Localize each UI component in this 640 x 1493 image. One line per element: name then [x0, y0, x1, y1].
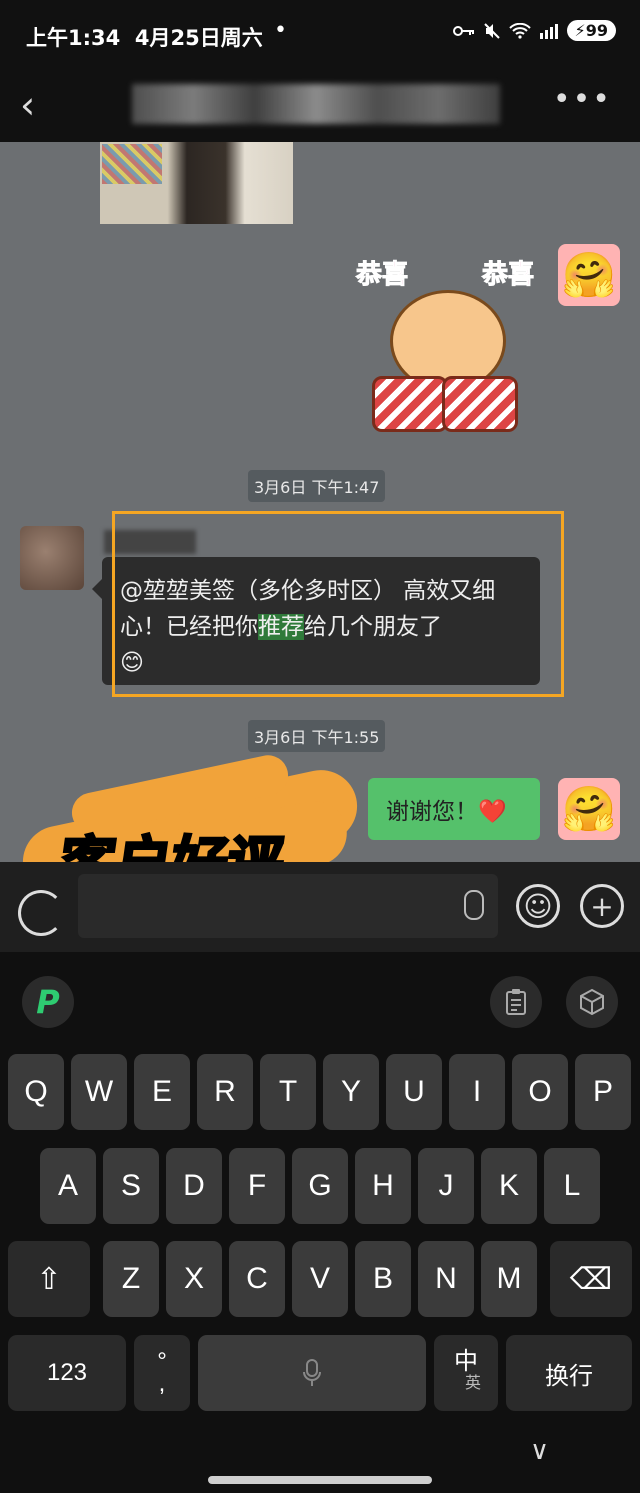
- message-input[interactable]: [78, 874, 498, 938]
- congrats-sticker[interactable]: 恭喜 恭喜: [350, 246, 540, 440]
- key-s[interactable]: S: [103, 1148, 159, 1224]
- drum-icon: [442, 376, 518, 432]
- keyboard-logo-icon[interactable]: P: [22, 976, 74, 1028]
- key-icon: [452, 25, 474, 36]
- highlight-frame: [112, 511, 564, 697]
- space-key[interactable]: [198, 1335, 426, 1411]
- message-timestamp: 3月6日 下午1:55: [248, 720, 386, 752]
- chat-area: 🤗 恭喜 恭喜 3月6日 下午1:47 @堃堃美签（多伦多时区） 高效又细心！已…: [0, 142, 640, 862]
- key-e[interactable]: E: [134, 1054, 190, 1130]
- signal-icon: [539, 23, 558, 39]
- shared-photo[interactable]: [100, 142, 293, 224]
- key-z[interactable]: Z: [103, 1241, 159, 1317]
- key-g[interactable]: G: [292, 1148, 348, 1224]
- status-time: 上午1:34 4月25日周六: [26, 26, 263, 50]
- message-timestamp: 3月6日 下午1:47: [248, 470, 386, 502]
- voice-toggle-icon[interactable]: [18, 890, 64, 936]
- key-u[interactable]: U: [386, 1054, 442, 1130]
- cube-icon[interactable]: [566, 976, 618, 1028]
- language-switch-key[interactable]: 中英: [434, 1335, 498, 1411]
- numbers-key[interactable]: 123: [8, 1335, 126, 1411]
- key-a[interactable]: A: [40, 1148, 96, 1224]
- chat-header: ‹ •••: [0, 72, 640, 142]
- key-c[interactable]: C: [229, 1241, 285, 1317]
- status-bar: 上午1:34 4月25日周六 • ⚡99: [0, 0, 640, 72]
- microphone-icon: [303, 1359, 321, 1386]
- key-y[interactable]: Y: [323, 1054, 379, 1130]
- key-b[interactable]: B: [355, 1241, 411, 1317]
- key-i[interactable]: I: [449, 1054, 505, 1130]
- contact-avatar[interactable]: [20, 526, 84, 590]
- backspace-key[interactable]: ⌫: [550, 1241, 632, 1317]
- key-m[interactable]: M: [481, 1241, 537, 1317]
- outgoing-message-bubble[interactable]: 谢谢您！❤️: [368, 778, 540, 840]
- key-v[interactable]: V: [292, 1241, 348, 1317]
- sticker-text-left: 恭喜: [355, 260, 409, 291]
- key-q[interactable]: Q: [8, 1054, 64, 1130]
- key-p[interactable]: P: [575, 1054, 631, 1130]
- punctuation-key[interactable]: °,: [134, 1335, 190, 1411]
- hug-emoji-icon: 🤗: [561, 250, 617, 301]
- key-l[interactable]: L: [544, 1148, 600, 1224]
- shift-icon: ⇧: [36, 1262, 62, 1296]
- status-dot: •: [274, 18, 287, 43]
- outgoing-message-text: 谢谢您！❤️: [386, 799, 507, 825]
- emoji-button[interactable]: ☺: [516, 884, 560, 928]
- drum-icon: [372, 376, 448, 432]
- key-t[interactable]: T: [260, 1054, 316, 1130]
- key-o[interactable]: O: [512, 1054, 568, 1130]
- sticker-text-right: 恭喜: [481, 260, 534, 291]
- key-k[interactable]: K: [481, 1148, 537, 1224]
- enter-key[interactable]: 换行: [506, 1335, 632, 1411]
- shift-key[interactable]: ⇧: [8, 1241, 90, 1317]
- emoji-icon: ☺: [523, 889, 553, 923]
- key-w[interactable]: W: [71, 1054, 127, 1130]
- key-j[interactable]: J: [418, 1148, 474, 1224]
- plus-icon: +: [590, 889, 614, 923]
- key-x[interactable]: X: [166, 1241, 222, 1317]
- clipboard-icon[interactable]: [490, 976, 542, 1028]
- status-icons: ⚡99: [452, 20, 616, 41]
- key-f[interactable]: F: [229, 1148, 285, 1224]
- key-d[interactable]: D: [166, 1148, 222, 1224]
- plus-button[interactable]: +: [580, 884, 624, 928]
- home-indicator[interactable]: [208, 1476, 432, 1484]
- key-h[interactable]: H: [355, 1148, 411, 1224]
- more-options-icon[interactable]: •••: [553, 82, 612, 117]
- backspace-icon: ⌫: [569, 1262, 613, 1296]
- battery-badge: ⚡99: [566, 20, 616, 41]
- wifi-icon: [508, 22, 531, 39]
- microphone-icon[interactable]: [464, 890, 484, 920]
- key-r[interactable]: R: [197, 1054, 253, 1130]
- chat-title-blurred: [132, 84, 500, 124]
- self-avatar[interactable]: 🤗: [558, 244, 620, 306]
- mute-icon: [483, 22, 500, 39]
- input-bar: ☺ +: [0, 862, 640, 952]
- hide-keyboard-icon[interactable]: ∨: [530, 1436, 549, 1466]
- key-n[interactable]: N: [418, 1241, 474, 1317]
- heart-emoji-icon: ❤️: [478, 799, 507, 825]
- keyboard: P Q W E R T Y U I O P A S D F G H J K L …: [0, 952, 640, 1493]
- self-avatar[interactable]: 🤗: [558, 778, 620, 840]
- hug-emoji-icon: 🤗: [561, 784, 617, 835]
- back-icon[interactable]: ‹: [20, 86, 35, 124]
